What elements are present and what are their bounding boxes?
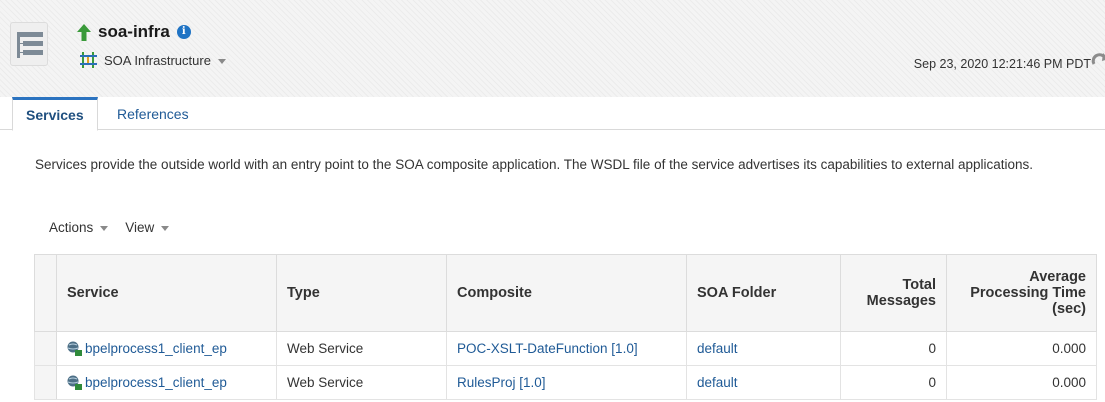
chevron-down-icon <box>217 58 226 64</box>
composite-cell: RulesProj [1.0] <box>446 365 687 400</box>
refresh-timestamp: Sep 23, 2020 12:21:46 PM PDT <box>913 57 1091 71</box>
total-messages-cell: 0 <box>840 365 947 400</box>
services-description: Services provide the outside world with … <box>35 157 1034 172</box>
chevron-down-icon <box>100 226 109 231</box>
menu-button[interactable] <box>10 22 48 66</box>
app-title-row: soa-infra i <box>77 22 191 42</box>
service-cell: bpelprocess1_client_ep <box>56 331 277 366</box>
service-icon <box>67 375 82 390</box>
folder-link[interactable]: default <box>697 375 738 390</box>
column-header-soa-folder[interactable]: SOA Folder <box>686 254 841 332</box>
avg-time-cell: 0.000 <box>946 331 1097 366</box>
info-icon[interactable]: i <box>176 25 191 39</box>
folder-link[interactable]: default <box>697 341 738 356</box>
type-cell: Web Service <box>276 365 447 400</box>
actions-menu[interactable]: Actions <box>49 220 109 235</box>
composite-cell: POC-XSLT-DateFunction [1.0] <box>446 331 687 366</box>
view-label: View <box>125 220 155 235</box>
composite-link[interactable]: POC-XSLT-DateFunction [1.0] <box>457 341 638 356</box>
tab-services[interactable]: Services <box>12 97 98 131</box>
folder-cell: default <box>686 331 841 366</box>
app-title: soa-infra <box>98 22 170 41</box>
column-header-type[interactable]: Type <box>276 254 447 332</box>
tab-references[interactable]: References <box>117 97 189 130</box>
up-arrow-icon <box>77 23 91 41</box>
services-table: Service Type Composite SOA Folder Total … <box>34 254 1097 400</box>
target-label: SOA Infrastructure <box>104 52 211 68</box>
row-selector[interactable] <box>34 331 57 366</box>
page-header: soa-infra i SOA Infrastructure Sep 23, 2… <box>0 0 1105 97</box>
view-menu[interactable]: View <box>125 220 170 235</box>
table-row[interactable]: bpelprocess1_client_ep Web Service Rules… <box>34 365 1097 400</box>
column-header-service[interactable]: Service <box>56 254 277 332</box>
table-header-row: Service Type Composite SOA Folder Total … <box>34 254 1097 332</box>
column-header-average-processing-time[interactable]: Average Processing Time (sec) <box>946 254 1097 332</box>
column-header-total-messages[interactable]: Total Messages <box>840 254 947 332</box>
tab-bar: Services References <box>0 97 1105 131</box>
folder-cell: default <box>686 365 841 400</box>
service-link[interactable]: bpelprocess1_client_ep <box>85 375 227 390</box>
type-cell: Web Service <box>276 331 447 366</box>
row-selector-header <box>34 254 57 332</box>
total-messages-cell: 0 <box>840 331 947 366</box>
service-cell: bpelprocess1_client_ep <box>56 365 277 400</box>
target-menu[interactable]: SOA Infrastructure <box>80 52 226 68</box>
refresh-icon[interactable] <box>1091 52 1105 72</box>
row-selector[interactable] <box>34 365 57 400</box>
service-link[interactable]: bpelprocess1_client_ep <box>85 341 227 356</box>
composite-link[interactable]: RulesProj [1.0] <box>457 375 546 390</box>
chevron-down-icon <box>161 226 170 231</box>
actions-label: Actions <box>49 220 94 235</box>
table-toolbar: Actions View <box>49 220 186 235</box>
menu-icon <box>17 32 43 58</box>
avg-time-cell: 0.000 <box>946 365 1097 400</box>
service-icon <box>67 341 82 356</box>
soa-infrastructure-icon <box>80 52 97 68</box>
table-row[interactable]: bpelprocess1_client_ep Web Service POC-X… <box>34 331 1097 366</box>
column-header-composite[interactable]: Composite <box>446 254 687 332</box>
